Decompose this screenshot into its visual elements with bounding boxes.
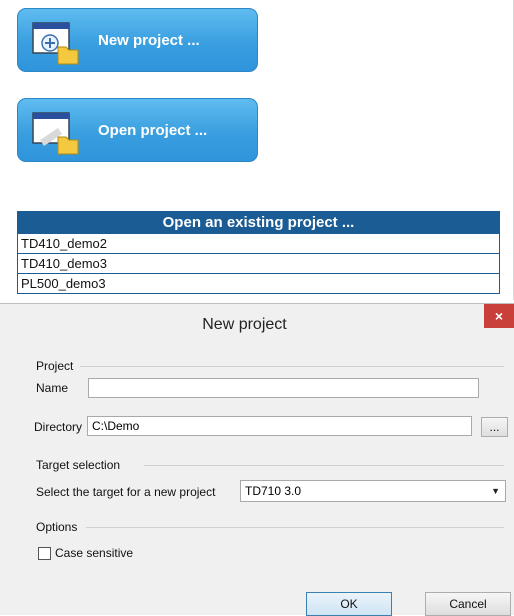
- project-group-label: Project: [36, 359, 74, 373]
- divider: [80, 366, 504, 367]
- target-prompt-label: Select the target for a new project: [36, 485, 216, 499]
- browse-button[interactable]: ...: [481, 417, 508, 437]
- new-project-icon: [32, 22, 79, 65]
- target-select[interactable]: TD710 3.0 ▼: [240, 480, 506, 502]
- directory-label: Directory: [34, 420, 83, 434]
- recent-project-item[interactable]: PL500_demo3: [18, 273, 499, 293]
- target-select-value: TD710 3.0: [245, 484, 302, 498]
- cancel-button[interactable]: Cancel: [425, 592, 511, 616]
- options-group-label: Options: [36, 520, 78, 534]
- target-group-label: Target selection: [36, 458, 121, 472]
- new-project-button[interactable]: New project ...: [17, 8, 258, 72]
- new-project-label: New project ...: [98, 32, 200, 49]
- recent-projects-table: Open an existing project ... TD410_demo2…: [17, 211, 500, 294]
- divider: [144, 465, 504, 466]
- start-page: New project ... Open project ... Open an…: [0, 0, 514, 300]
- recent-project-item[interactable]: TD410_demo2: [18, 233, 499, 253]
- case-sensitive-label: Case sensitive: [55, 546, 134, 560]
- ok-label: OK: [340, 597, 358, 611]
- directory-field[interactable]: [87, 416, 472, 436]
- close-icon: ×: [494, 308, 504, 324]
- divider: [86, 527, 504, 528]
- new-project-dialog: New project × Project Name Directory ...…: [0, 303, 514, 616]
- browse-label: ...: [489, 420, 500, 434]
- cancel-label: Cancel: [449, 597, 487, 611]
- dialog-title: New project: [202, 316, 287, 333]
- open-project-icon: [32, 112, 79, 155]
- close-button[interactable]: ×: [484, 304, 514, 328]
- name-field[interactable]: [88, 378, 479, 398]
- open-project-button[interactable]: Open project ...: [17, 98, 258, 162]
- open-project-label: Open project ...: [98, 122, 208, 139]
- case-sensitive-checkbox[interactable]: [38, 547, 51, 560]
- recent-project-item[interactable]: TD410_demo3: [18, 253, 499, 273]
- recent-projects-header: Open an existing project ...: [18, 212, 499, 233]
- chevron-down-icon: ▼: [491, 486, 500, 496]
- ok-button[interactable]: OK: [306, 592, 392, 616]
- name-label: Name: [36, 381, 69, 395]
